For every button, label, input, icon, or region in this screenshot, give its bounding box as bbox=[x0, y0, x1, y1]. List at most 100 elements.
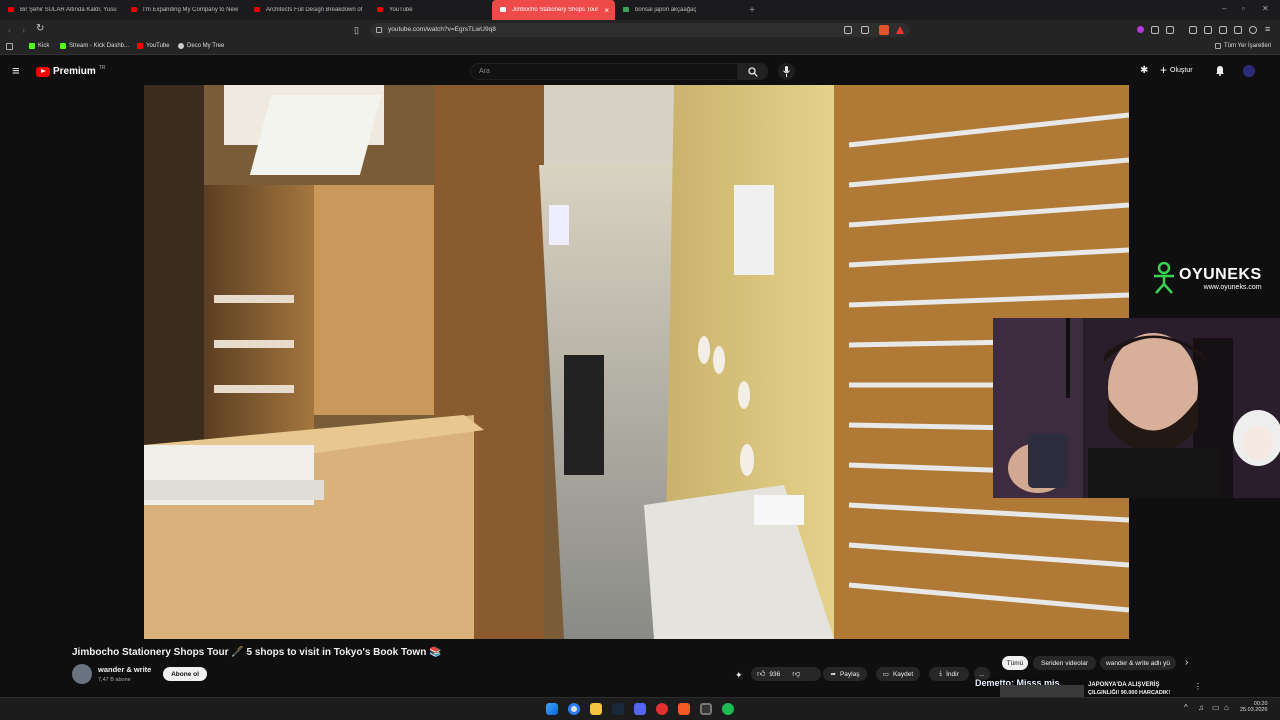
tab-label: Jimbocho Stationery Shops Tour bbox=[512, 7, 599, 13]
music-icon[interactable] bbox=[1189, 26, 1197, 34]
recommendation-title[interactable]: JAPONYA'DA ALIŞVERİŞ bbox=[1088, 682, 1159, 688]
like-count: 936 bbox=[769, 670, 781, 678]
video-frame bbox=[144, 85, 1129, 639]
kebab-menu-icon[interactable]: ⋮ bbox=[1194, 682, 1202, 691]
close-window-icon[interactable]: ✕ bbox=[1262, 4, 1269, 13]
back-icon[interactable]: ‹ bbox=[8, 25, 11, 35]
like-dislike-group: 👍︎ 936 👎︎ bbox=[751, 667, 821, 681]
obs-icon[interactable] bbox=[700, 703, 712, 715]
hamburger-menu-icon[interactable]: ≡ bbox=[12, 63, 20, 78]
bookmark-icon[interactable]: ▯ bbox=[354, 25, 359, 36]
screen-icon[interactable] bbox=[844, 26, 852, 34]
bookmark-stream[interactable]: Stream - Kick Dashb... bbox=[60, 43, 129, 49]
url-text: youtube.com/watch?v=EgrsTLwU9q8 bbox=[388, 26, 496, 33]
chip-channel[interactable]: wander & write adlı yü bbox=[1100, 656, 1176, 670]
create-label: Oluştur bbox=[1170, 66, 1193, 74]
new-tab-button[interactable]: + bbox=[744, 0, 760, 20]
all-bookmarks[interactable]: Tüm Yer İşaretleri bbox=[1215, 43, 1271, 49]
bookmark-kick[interactable]: Kick bbox=[29, 43, 49, 49]
tray-chevron-icon[interactable]: ^ bbox=[1184, 703, 1188, 712]
rewards-icon[interactable] bbox=[896, 26, 904, 34]
chevron-right-icon[interactable]: › bbox=[1185, 657, 1188, 668]
extension-icon[interactable] bbox=[1137, 26, 1144, 33]
download-icon: ⤓ bbox=[939, 670, 943, 677]
sponsor-logo: OYUNEKS www.oyuneks.com bbox=[1152, 262, 1262, 294]
forward-icon[interactable]: › bbox=[22, 25, 25, 35]
extension-icon[interactable] bbox=[1151, 26, 1159, 34]
bookmarks-bar: Kick Stream - Kick Dashb... YouTube Deco… bbox=[0, 40, 1280, 55]
chip-all[interactable]: Tümü bbox=[1002, 656, 1028, 670]
youtube-logo[interactable]: Premium TR bbox=[36, 65, 105, 77]
save-button[interactable]: ▭ Kaydet bbox=[876, 667, 920, 681]
folder-icon bbox=[1215, 43, 1221, 49]
windows-start-icon[interactable] bbox=[546, 703, 558, 715]
close-icon[interactable]: × bbox=[604, 6, 609, 15]
share-icon: ➦ bbox=[830, 671, 836, 678]
minimize-icon[interactable]: – bbox=[1222, 4, 1226, 13]
network-tray-icon[interactable]: ⌂ bbox=[1224, 703, 1229, 712]
menu-icon[interactable]: ≡ bbox=[1265, 24, 1270, 34]
microphone-icon bbox=[783, 66, 790, 77]
search-input[interactable]: Ara bbox=[470, 63, 738, 80]
bookmark-label: Deco My Tree bbox=[187, 43, 225, 49]
video-title: Jimbocho Stationery Shops Tour 🖋️ 5 shop… bbox=[72, 647, 442, 658]
display-tray-icon[interactable]: ▭ bbox=[1212, 703, 1220, 712]
chip-series[interactable]: Seriden videolar bbox=[1033, 656, 1096, 670]
tab-bar: Bir Şehir SULAR Altında Kaldı; Yusufe I'… bbox=[0, 0, 1280, 20]
cast-icon[interactable]: ✱ bbox=[1140, 65, 1148, 76]
kick-icon bbox=[29, 43, 35, 49]
brave-icon[interactable] bbox=[678, 703, 690, 715]
tab-2[interactable]: Architects Full Design Breakdown of bbox=[246, 0, 369, 20]
discord-icon[interactable] bbox=[634, 703, 646, 715]
bookmark-deco[interactable]: Deco My Tree bbox=[178, 43, 224, 49]
search-button[interactable] bbox=[738, 63, 768, 80]
chrome-icon[interactable] bbox=[568, 703, 580, 715]
mic-tray-icon[interactable]: ♫ bbox=[1198, 703, 1204, 712]
thumbs-down-icon[interactable]: 👎︎ bbox=[792, 669, 800, 679]
download-button[interactable]: ⤓ İndir bbox=[929, 667, 969, 681]
tab-label: I'm Expanding My Company to New bbox=[143, 7, 239, 13]
hype-icon[interactable]: ✦ bbox=[735, 670, 743, 681]
bookmark-youtube[interactable]: YouTube bbox=[137, 43, 170, 49]
video-player[interactable] bbox=[144, 85, 1129, 639]
avatar[interactable] bbox=[1243, 65, 1255, 77]
tab-1[interactable]: I'm Expanding My Company to New bbox=[123, 0, 246, 20]
create-button[interactable]: + Oluştur bbox=[1160, 64, 1193, 76]
brave-shield-icon[interactable] bbox=[879, 25, 889, 35]
tab-0[interactable]: Bir Şehir SULAR Altında Kaldı; Yusufe bbox=[0, 0, 123, 20]
share-icon[interactable] bbox=[861, 26, 869, 34]
share-button[interactable]: ➦ Paylaş bbox=[823, 667, 867, 681]
channel-avatar[interactable] bbox=[72, 664, 92, 684]
youtube-icon bbox=[254, 7, 260, 12]
clock[interactable]: 00:20 25.03.2026 bbox=[1240, 701, 1268, 713]
thumbs-up-icon[interactable]: 👍︎ bbox=[757, 669, 765, 679]
subscribe-button[interactable]: Abone ol bbox=[163, 667, 207, 681]
extension-icon[interactable] bbox=[1166, 26, 1174, 34]
vpn-icon[interactable] bbox=[1249, 26, 1257, 34]
brand-url: www.oyuneks.com bbox=[1203, 283, 1262, 291]
opera-icon[interactable] bbox=[656, 703, 668, 715]
reload-icon[interactable]: ↻ bbox=[36, 23, 44, 34]
tab-label: Bir Şehir SULAR Altında Kaldı; Yusufe bbox=[20, 7, 117, 13]
steam-icon[interactable] bbox=[612, 703, 624, 715]
spotify-icon[interactable] bbox=[722, 703, 734, 715]
recommendation-thumbnail[interactable] bbox=[1000, 685, 1084, 697]
bell-icon[interactable] bbox=[1215, 65, 1225, 76]
sidebar-icon[interactable] bbox=[1204, 26, 1212, 34]
wallet-icon[interactable] bbox=[1219, 26, 1227, 34]
site-info-icon[interactable] bbox=[376, 27, 382, 33]
url-field[interactable]: youtube.com/watch?v=EgrsTLwU9q8 bbox=[370, 23, 910, 37]
file-explorer-icon[interactable] bbox=[590, 703, 602, 715]
apps-grid-icon[interactable] bbox=[6, 43, 13, 50]
maximize-icon[interactable]: ▫ bbox=[1242, 4, 1245, 13]
bookmark-label: Kick bbox=[38, 43, 50, 49]
tab-3[interactable]: YouTube bbox=[369, 0, 492, 20]
tab-5[interactable]: bonsai japon akçaağaç bbox=[615, 0, 738, 20]
extensions-icon[interactable] bbox=[1234, 26, 1242, 34]
youtube-icon bbox=[137, 43, 143, 49]
channel-name[interactable]: wander & write bbox=[98, 665, 151, 674]
oyuneks-logo-icon bbox=[1154, 262, 1174, 294]
voice-search-button[interactable] bbox=[778, 63, 795, 80]
subscriber-count: 7,47 B abone bbox=[98, 677, 131, 683]
tab-4-active[interactable]: Jimbocho Stationery Shops Tour × bbox=[492, 0, 615, 20]
